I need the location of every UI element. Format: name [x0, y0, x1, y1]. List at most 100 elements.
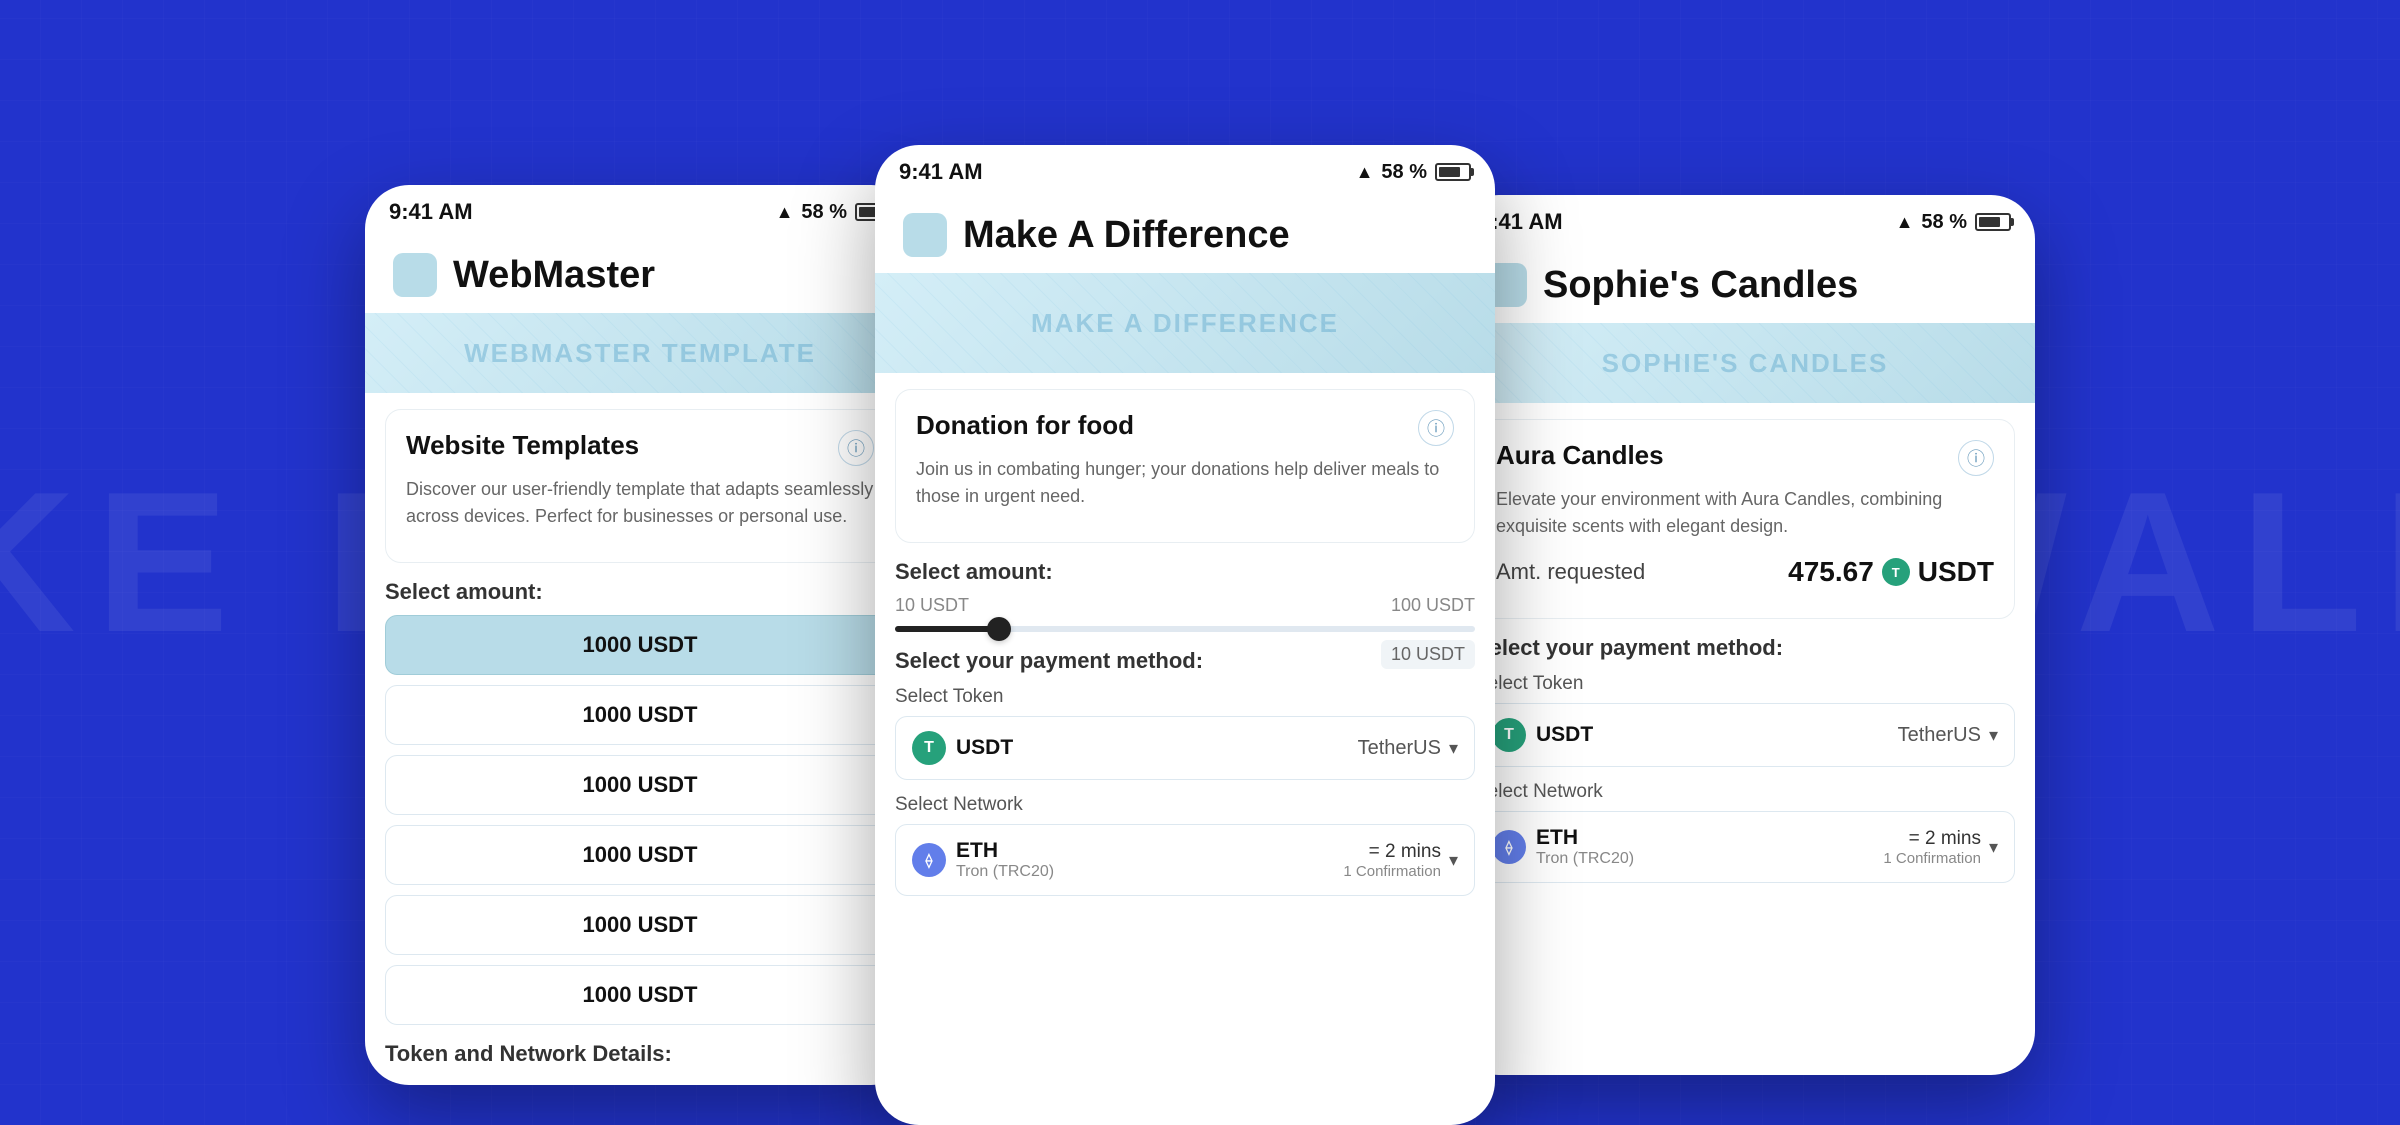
token-full-right: TetherUS — [1898, 724, 1981, 747]
info-button-center[interactable]: ⓘ — [1418, 410, 1454, 446]
token-left-right: T USDT — [1492, 718, 1593, 752]
slider-container: 10 USDT 100 USDT 10 USDT — [875, 595, 1495, 632]
wifi-icon-center: ▲ — [1356, 162, 1374, 183]
chevron-down-icon-network-center: ▾ — [1449, 850, 1458, 871]
chevron-down-icon-right: ▾ — [1989, 725, 1998, 746]
app-title-right: Sophie's Candles — [1543, 264, 1858, 307]
card-header-center: Donation for food ⓘ — [916, 410, 1454, 446]
battery-pct-center: 58 % — [1381, 161, 1427, 184]
network-sub-right: Tron (TRC20) — [1536, 850, 1634, 868]
slider-labels: 10 USDT 100 USDT — [895, 595, 1475, 616]
network-select-center[interactable]: ⟠ ETH Tron (TRC20) = 2 mins 1 Confirmati… — [895, 824, 1475, 896]
card-right: Aura Candles ⓘ Elevate your environment … — [1475, 419, 2015, 619]
slider-track[interactable] — [895, 626, 1475, 632]
banner-text-left: WEBMASTER TEMPLATE — [365, 313, 915, 393]
network-sub-center: Tron (TRC20) — [956, 863, 1054, 881]
amount-item-3[interactable]: 1000 USDT — [385, 755, 895, 815]
card-desc-left: Discover our user-friendly template that… — [406, 476, 874, 530]
card-title-center: Donation for food — [916, 410, 1134, 441]
token-name-right: USDT — [1536, 723, 1593, 747]
wifi-icon-right: ▲ — [1896, 212, 1914, 233]
network-label-center: Select Network — [895, 794, 1475, 816]
card-desc-right: Elevate your environment with Aura Candl… — [1496, 486, 1994, 540]
wifi-icon-left: ▲ — [776, 202, 794, 223]
status-right-right: ▲ 58 % — [1896, 211, 2011, 234]
token-left-center: T USDT — [912, 731, 1013, 765]
status-time-left: 9:41 AM — [389, 199, 473, 225]
app-header-center: Make A Difference — [875, 193, 1495, 273]
slider-max: 100 USDT — [1391, 595, 1475, 616]
amt-number-right: 475.67 — [1788, 556, 1874, 588]
amount-item-1[interactable]: 1000 USDT — [385, 615, 895, 675]
app-logo-left — [393, 253, 437, 297]
amount-item-6[interactable]: 1000 USDT — [385, 965, 895, 1025]
card-desc-center: Join us in combating hunger; your donati… — [916, 456, 1454, 510]
amount-item-2[interactable]: 1000 USDT — [385, 685, 895, 745]
battery-icon-right — [1975, 213, 2011, 231]
network-right-right: = 2 mins 1 Confirmation ▾ — [1883, 828, 1998, 867]
card-title-right: Aura Candles — [1496, 440, 1664, 471]
token-label-right: Select Token — [1475, 673, 2015, 695]
app-title-center: Make A Difference — [963, 214, 1290, 257]
phone-right: 9:41 AM ▲ 58 % Sophie's Candles SOPHIE'S… — [1455, 195, 2035, 1075]
network-time-right: = 2 mins 1 Confirmation — [1883, 828, 1981, 867]
status-right-left: ▲ 58 % — [776, 201, 891, 224]
amount-list-left: 1000 USDT 1000 USDT 1000 USDT 1000 USDT … — [385, 615, 895, 1025]
battery-pct-left: 58 % — [801, 201, 847, 224]
info-button-right[interactable]: ⓘ — [1958, 440, 1994, 476]
banner-right: SOPHIE'S CANDLES — [1455, 323, 2035, 403]
token-select-center[interactable]: T USDT TetherUS ▾ — [895, 716, 1475, 780]
card-center: Donation for food ⓘ Join us in combating… — [895, 389, 1475, 543]
app-header-right: Sophie's Candles — [1455, 243, 2035, 323]
slider-min: 10 USDT — [895, 595, 969, 616]
battery-icon-center — [1435, 163, 1471, 181]
amt-value-right: 475.67 T USDT — [1788, 556, 1994, 588]
banner-center: MAKE A DIFFERENCE — [875, 273, 1495, 373]
status-bar-center: 9:41 AM ▲ 58 % — [875, 145, 1495, 193]
amt-label-right: Amt. requested — [1496, 559, 1645, 585]
payment-section-right: Select your payment method: Select Token… — [1455, 635, 2035, 883]
banner-text-right: SOPHIE'S CANDLES — [1455, 323, 2035, 403]
network-right-center: = 2 mins 1 Confirmation ▾ — [1343, 841, 1458, 880]
info-button-left[interactable]: ⓘ — [838, 430, 874, 466]
select-amount-label-center: Select amount: — [895, 559, 1475, 585]
status-bar-right: 9:41 AM ▲ 58 % — [1455, 195, 2035, 243]
phones-container: 9:41 AM ▲ 58 % WebMaster WEBMASTER TEMPL… — [200, 125, 2200, 1125]
status-bar-left: 9:41 AM ▲ 58 % — [365, 185, 915, 233]
banner-text-center: MAKE A DIFFERENCE — [875, 273, 1495, 373]
network-select-right[interactable]: ⟠ ETH Tron (TRC20) = 2 mins 1 Confirmati… — [1475, 811, 2015, 883]
token-label-center: Select Token — [895, 686, 1475, 708]
select-amount-label-left: Select amount: — [385, 579, 895, 605]
amt-currency-right: USDT — [1918, 556, 1994, 588]
usdt-icon-amt: T — [1882, 558, 1910, 586]
usdt-icon-right: T — [1492, 718, 1526, 752]
amount-item-4[interactable]: 1000 USDT — [385, 825, 895, 885]
network-left-center: ⟠ ETH Tron (TRC20) — [912, 839, 1054, 881]
network-name-right: ETH — [1536, 826, 1634, 850]
payment-label-right: Select your payment method: — [1475, 635, 2015, 661]
status-time-center: 9:41 AM — [899, 159, 983, 185]
payment-section-center: Select your payment method: Select Token… — [875, 648, 1495, 896]
slider-current-value: 10 USDT — [1381, 640, 1475, 669]
usdt-icon-center: T — [912, 731, 946, 765]
app-logo-center — [903, 213, 947, 257]
network-label-right: Select Network — [1475, 781, 2015, 803]
phone-left: 9:41 AM ▲ 58 % WebMaster WEBMASTER TEMPL… — [365, 185, 915, 1085]
banner-left: WEBMASTER TEMPLATE — [365, 313, 915, 393]
card-title-left: Website Templates — [406, 430, 639, 461]
battery-pct-right: 58 % — [1921, 211, 1967, 234]
card-header-right: Aura Candles ⓘ — [1496, 440, 1994, 476]
chevron-down-icon-center: ▾ — [1449, 738, 1458, 759]
chevron-down-icon-network-right: ▾ — [1989, 837, 1998, 858]
token-full-center: TetherUS — [1358, 737, 1441, 760]
phone-center: 9:41 AM ▲ 58 % Make A Difference MAKE A … — [875, 145, 1495, 1125]
network-left-right: ⟠ ETH Tron (TRC20) — [1492, 826, 1634, 868]
card-header-left: Website Templates ⓘ — [406, 430, 874, 466]
status-right-center: ▲ 58 % — [1356, 161, 1471, 184]
amt-row-right: Amt. requested 475.67 T USDT — [1496, 556, 1994, 588]
amount-item-5[interactable]: 1000 USDT — [385, 895, 895, 955]
eth-icon-right: ⟠ — [1492, 830, 1526, 864]
eth-icon-center: ⟠ — [912, 843, 946, 877]
token-select-right[interactable]: T USDT TetherUS ▾ — [1475, 703, 2015, 767]
slider-thumb[interactable] — [987, 617, 1011, 641]
